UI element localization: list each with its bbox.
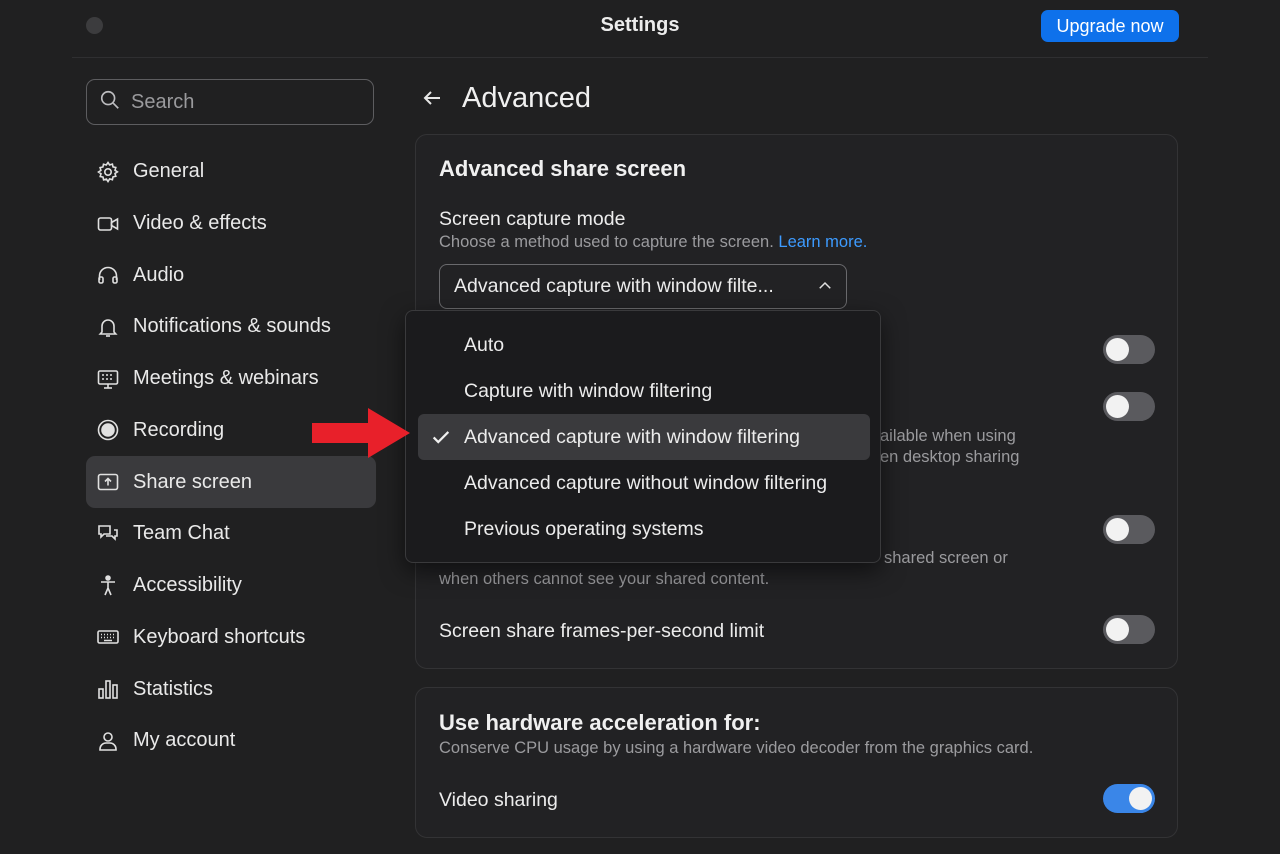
red-pointer-arrow-icon [312, 406, 412, 460]
capture-mode-select[interactable]: Advanced capture with window filte... [439, 264, 847, 309]
video-sharing-label: Video sharing [439, 789, 558, 811]
option-label: Advanced capture with window filtering [464, 425, 801, 448]
capture-mode-selected-value: Advanced capture with window filte... [454, 275, 774, 297]
sidebar-item-audio[interactable]: Audio [86, 249, 376, 301]
sidebar-item-meetings[interactable]: Meetings & webinars [86, 353, 376, 405]
sidebar-item-label: My account [133, 729, 236, 752]
toggle-option-1[interactable] [1103, 335, 1155, 364]
sidebar-item-my-account[interactable]: My account [86, 715, 376, 767]
toggle-option-3[interactable] [1103, 515, 1155, 544]
search-input[interactable] [131, 90, 351, 114]
video-sharing-toggle[interactable] [1103, 784, 1155, 813]
bar-chart-icon [95, 676, 121, 702]
section-heading: Advanced share screen [439, 156, 687, 181]
sidebar-item-notifications[interactable]: Notifications & sounds [86, 301, 376, 353]
page-title: Advanced [462, 82, 591, 114]
gear-icon [95, 159, 121, 185]
search-icon [99, 89, 121, 116]
chevron-up-icon [816, 277, 834, 295]
upgrade-now-button[interactable]: Upgrade now [1041, 10, 1179, 42]
capture-mode-description: Choose a method used to capture the scre… [439, 233, 867, 252]
title-bar: Settings Upgrade now [0, 0, 1280, 58]
sidebar-item-label: Meetings & webinars [133, 367, 319, 390]
partial-description-line-2: en desktop sharing [880, 448, 1020, 466]
dropdown-option-previous-os[interactable]: Previous operating systems [418, 506, 870, 552]
dropdown-option-capture-with-filtering[interactable]: Capture with window filtering [418, 368, 870, 414]
partial-description-line-1: ailable when using [880, 427, 1016, 445]
dropdown-option-auto[interactable]: Auto [418, 322, 870, 368]
sidebar-item-team-chat[interactable]: Team Chat [86, 508, 376, 560]
partial-description-line-4: when others cannot see your shared conte… [439, 570, 770, 588]
toggle-knob [1129, 787, 1152, 810]
sidebar-item-label: Notifications & sounds [133, 315, 331, 338]
sidebar-item-label: Team Chat [133, 522, 230, 545]
sidebar-item-general[interactable]: General [86, 146, 376, 198]
accessibility-icon [95, 573, 121, 599]
sidebar-item-label: Audio [133, 263, 185, 286]
sidebar-item-label: Recording [133, 418, 225, 441]
capture-mode-label: Screen capture mode [439, 208, 626, 230]
hardware-heading: Use hardware acceleration for: [439, 710, 761, 735]
person-icon [95, 728, 121, 754]
keyboard-icon [95, 624, 121, 650]
toggle-knob [1106, 518, 1129, 541]
sidebar-item-label: Share screen [133, 470, 252, 493]
sidebar-item-label: General [133, 160, 205, 183]
dropdown-option-advanced-without-filtering[interactable]: Advanced capture without window filterin… [418, 460, 870, 506]
option-label: Advanced capture without window filterin… [464, 471, 828, 494]
calendar-grid-icon [95, 366, 121, 392]
sidebar-item-keyboard-shortcuts[interactable]: Keyboard shortcuts [86, 612, 376, 664]
option-label: Previous operating systems [464, 517, 704, 540]
option-label: Auto [464, 333, 505, 356]
search-box[interactable] [86, 79, 374, 125]
sidebar-item-statistics[interactable]: Statistics [86, 663, 376, 715]
headphones-icon [95, 262, 121, 288]
record-icon [95, 417, 121, 443]
capture-mode-desc-text: Choose a method used to capture the scre… [439, 233, 774, 251]
share-screen-icon [95, 469, 121, 495]
sidebar-item-accessibility[interactable]: Accessibility [86, 560, 376, 612]
sidebar-item-video-effects[interactable]: Video & effects [86, 198, 376, 250]
sidebar-item-label: Statistics [133, 677, 214, 700]
toggle-knob [1106, 618, 1129, 641]
partial-description-line-3: shared screen or [884, 549, 1008, 567]
capture-mode-dropdown: Auto Capture with window filtering Advan… [405, 310, 881, 563]
video-camera-icon [95, 211, 121, 237]
sidebar-item-label: Accessibility [133, 574, 242, 597]
chat-bubbles-icon [95, 521, 121, 547]
fps-limit-toggle[interactable] [1103, 615, 1155, 644]
back-arrow-icon[interactable] [420, 86, 446, 112]
sidebar-item-label: Keyboard shortcuts [133, 625, 306, 648]
bell-icon [95, 314, 121, 340]
dropdown-option-advanced-with-filtering[interactable]: Advanced capture with window filtering [418, 414, 870, 460]
settings-window: Settings Upgrade now General Video & eff… [0, 0, 1280, 854]
title-divider [72, 57, 1208, 58]
sidebar-item-label: Video & effects [133, 212, 267, 235]
hardware-description: Conserve CPU usage by using a hardware v… [439, 739, 1034, 757]
toggle-knob [1106, 395, 1129, 418]
fps-limit-label: Screen share frames-per-second limit [439, 620, 765, 642]
toggle-option-2[interactable] [1103, 392, 1155, 421]
option-label: Capture with window filtering [464, 379, 713, 402]
toggle-knob [1106, 338, 1129, 361]
learn-more-link[interactable]: Learn more. [778, 233, 867, 251]
checkmark-icon [430, 426, 452, 448]
sidebar-item-share-screen[interactable]: Share screen [86, 456, 376, 509]
